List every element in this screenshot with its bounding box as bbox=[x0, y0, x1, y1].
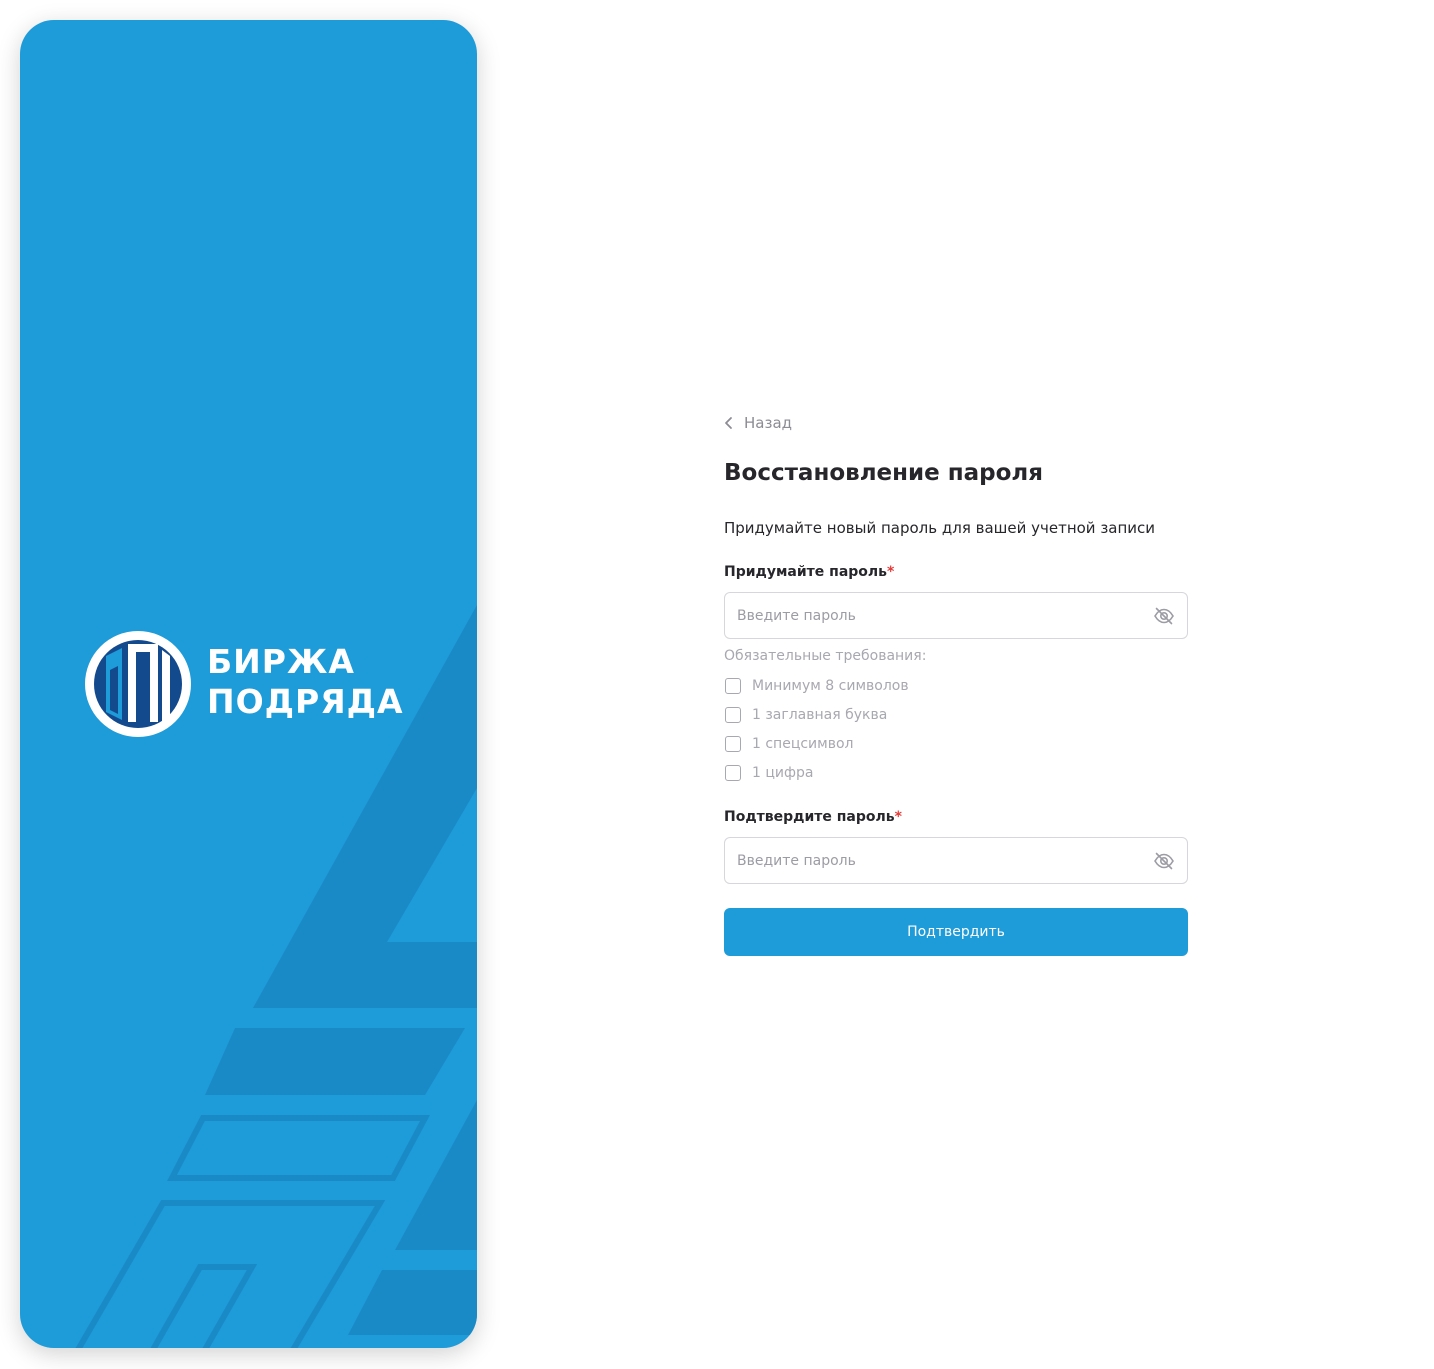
requirement-label: Минимум 8 символов bbox=[752, 678, 909, 694]
requirement-checkbox[interactable] bbox=[725, 678, 741, 694]
confirm-password-label: Подтвердите пароль* bbox=[724, 809, 902, 825]
required-mark: * bbox=[887, 564, 895, 580]
requirement-checkbox[interactable] bbox=[725, 736, 741, 752]
confirm-password-label-text: Подтвердите пароль bbox=[724, 809, 895, 825]
logo-mark-icon bbox=[85, 631, 191, 737]
requirement-checkbox[interactable] bbox=[725, 707, 741, 723]
submit-button[interactable]: Подтвердить bbox=[724, 908, 1188, 956]
requirement-label: 1 спецсимвол bbox=[752, 736, 854, 752]
page-title: Восстановление пароля bbox=[724, 460, 1044, 486]
brand-panel: БИРЖА ПОДРЯДА bbox=[20, 20, 477, 1348]
back-link-label: Назад bbox=[744, 414, 793, 432]
requirement-item: Минимум 8 символов bbox=[724, 675, 909, 697]
requirement-label: 1 заглавная буква bbox=[752, 707, 888, 723]
chevron-left-icon bbox=[725, 417, 732, 429]
required-mark: * bbox=[894, 809, 902, 825]
requirement-label: 1 цифра bbox=[752, 765, 814, 781]
back-link[interactable]: Назад bbox=[724, 410, 792, 436]
brand-name: БИРЖА ПОДРЯДА bbox=[207, 642, 404, 722]
requirement-item: 1 спецсимвол bbox=[724, 733, 853, 755]
password-label-text: Придумайте пароль bbox=[724, 564, 888, 580]
requirement-item: 1 заглавная буква bbox=[724, 704, 887, 726]
brand-name-line2: ПОДРЯДА bbox=[207, 682, 404, 721]
requirement-checkbox[interactable] bbox=[725, 765, 741, 781]
eye-off-icon[interactable] bbox=[1153, 850, 1175, 872]
password-field bbox=[724, 592, 1188, 639]
requirement-item: 1 цифра bbox=[724, 762, 813, 784]
confirm-password-input[interactable] bbox=[737, 838, 1137, 883]
confirm-password-field bbox=[724, 837, 1188, 884]
password-input[interactable] bbox=[737, 593, 1137, 638]
page-subtitle: Придумайте новый пароль для вашей учетно… bbox=[724, 519, 1156, 537]
requirements-title: Обязательные требования: bbox=[724, 648, 927, 664]
brand-logo: БИРЖА ПОДРЯДА bbox=[84, 630, 424, 740]
eye-off-icon[interactable] bbox=[1153, 605, 1175, 627]
password-label: Придумайте пароль* bbox=[724, 564, 894, 580]
brand-name-line1: БИРЖА bbox=[207, 642, 355, 681]
